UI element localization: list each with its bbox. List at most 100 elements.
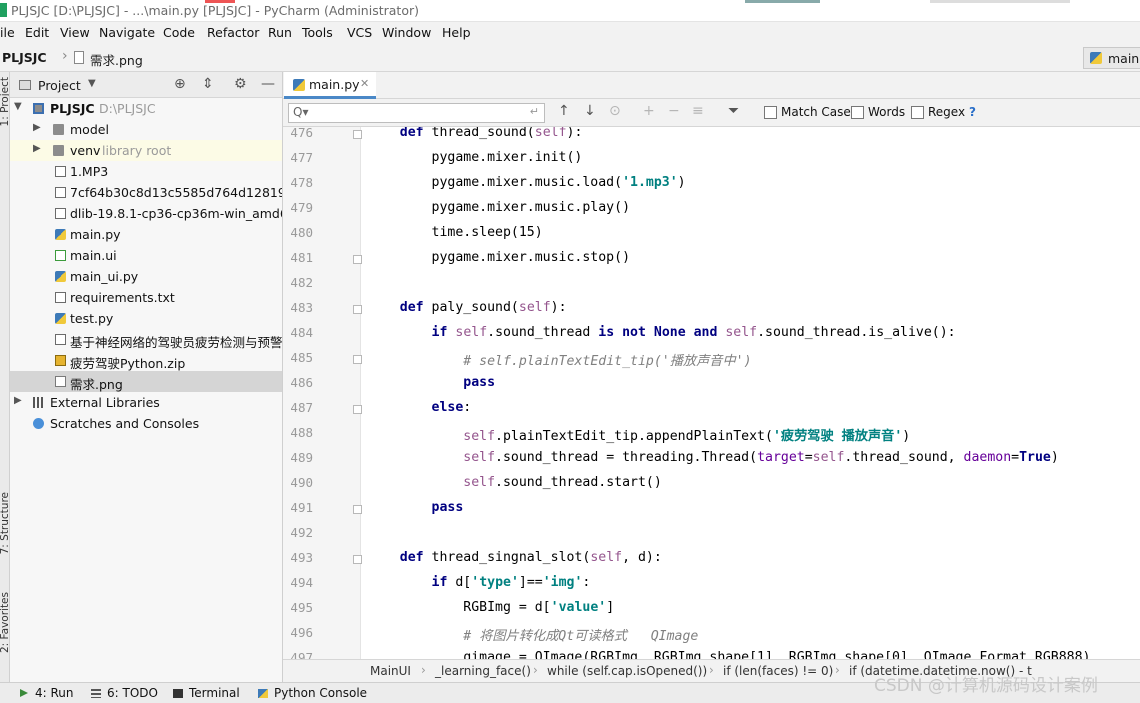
tree-item-file-selected[interactable]: 需求.png <box>10 371 282 392</box>
code-line[interactable]: # 将图片转化成Qt可读格式 QImage <box>368 625 698 644</box>
breadcrumb-item[interactable]: _learning_face() <box>435 664 531 678</box>
code-line[interactable]: pygame.mixer.music.play() <box>368 200 631 215</box>
gear-icon[interactable]: ⚙ <box>234 76 247 92</box>
tool-window-todo[interactable]: 6: TODO <box>107 686 158 700</box>
tool-window-terminal[interactable]: Terminal <box>189 686 240 700</box>
tree-item-root[interactable]: ▼ PLJSJC D:\PLJSJC <box>10 98 282 119</box>
collapsed-arrow-icon[interactable]: ▶ <box>33 122 41 133</box>
fold-marker-icon[interactable] <box>353 555 362 564</box>
tree-item-file[interactable]: requirements.txt <box>10 287 282 308</box>
tree-item-external-libraries[interactable]: ▶ External Libraries <box>10 392 282 413</box>
remove-occurrence-icon[interactable]: − <box>668 103 680 119</box>
fold-marker-icon[interactable] <box>353 255 362 264</box>
code-line[interactable]: self.sound_thread.start() <box>368 475 662 490</box>
project-view-title[interactable]: Project <box>38 78 81 93</box>
code-line[interactable]: time.sleep(15) <box>368 225 543 240</box>
collapsed-arrow-icon[interactable]: ▶ <box>14 395 22 406</box>
menu-window[interactable]: Window <box>382 25 431 40</box>
regex-help-icon[interactable]: ? <box>969 105 976 119</box>
tree-item-file[interactable]: 基于神经网络的驾驶员疲劳检测与预警系 <box>10 329 282 350</box>
previous-occurrence-icon[interactable]: ↑ <box>558 103 570 119</box>
code-area[interactable]: 476 477 478 479 480 481 482 483 484 485 486 487 488 4… <box>283 127 1140 659</box>
menu-file[interactable]: ile <box>0 25 15 40</box>
code-line[interactable]: else: <box>368 400 472 415</box>
tree-item-file[interactable]: 1.MP3 <box>10 161 282 182</box>
select-all-occurrences-icon[interactable]: ≡ <box>692 103 704 119</box>
menu-refactor[interactable]: Refactor <box>207 25 259 40</box>
fold-marker-icon[interactable] <box>353 355 362 364</box>
code-token: paly_sound( <box>423 300 519 315</box>
expanded-arrow-icon[interactable]: ▼ <box>14 101 22 112</box>
code-line[interactable]: qimage = QImage(RGBImg, RGBImg.shape[1],… <box>368 650 1090 659</box>
regex-checkbox[interactable] <box>911 106 924 119</box>
code-line[interactable]: pass <box>368 375 495 390</box>
code-line[interactable]: self.plainTextEdit_tip.appendPlainText('… <box>368 425 910 444</box>
tree-item-file[interactable]: dlib-19.8.1-cp36-cp36m-win_amd64.w <box>10 203 282 224</box>
hide-panel-icon[interactable]: — <box>261 76 275 92</box>
tree-item-file[interactable]: test.py <box>10 308 282 329</box>
menu-vcs[interactable]: VCS <box>347 25 372 40</box>
code-line[interactable]: pygame.mixer.music.load('1.mp3') <box>368 175 686 190</box>
close-icon[interactable]: ✕ <box>360 77 369 90</box>
breadcrumb-item[interactable]: MainUI <box>370 664 411 678</box>
tool-tab-project[interactable]: 1: Project <box>0 77 9 126</box>
nav-project-root[interactable]: PLJSJC <box>2 50 47 65</box>
match-case-checkbox[interactable] <box>764 106 777 119</box>
dropdown-caret-icon[interactable]: ▼ <box>88 78 96 89</box>
menu-tools[interactable]: Tools <box>302 25 333 40</box>
filter-icon[interactable]: ⏷ <box>728 103 739 119</box>
code-line[interactable]: pygame.mixer.init() <box>368 150 583 165</box>
code-line[interactable]: if self.sound_thread is not None and sel… <box>368 325 956 340</box>
tree-item-model[interactable]: ▶ model <box>10 119 282 140</box>
tree-item-scratches[interactable]: Scratches and Consoles <box>10 413 282 434</box>
tree-item-file[interactable]: main.ui <box>10 245 282 266</box>
tab-main-py[interactable]: main.py ✕ <box>284 72 376 99</box>
code-line[interactable]: # self.plainTextEdit_tip('播放声音中') <box>368 350 751 369</box>
menu-view[interactable]: View <box>60 25 90 40</box>
tool-window-python-console[interactable]: Python Console <box>274 686 367 700</box>
menu-navigate[interactable]: Navigate <box>99 25 155 40</box>
fold-marker-icon[interactable] <box>353 130 362 139</box>
tree-item-file[interactable]: 7cf64b30c8d13c5585d764d12819c53 <box>10 182 282 203</box>
run-configuration-selector[interactable]: main <box>1083 47 1140 69</box>
collapsed-arrow-icon[interactable]: ▶ <box>33 143 41 154</box>
code-line[interactable]: if d['type']=='img': <box>368 575 591 590</box>
breadcrumb-item[interactable]: while (self.cap.isOpened()) <box>547 664 707 678</box>
tree-item-file[interactable]: main.py <box>10 224 282 245</box>
search-input[interactable] <box>311 105 521 121</box>
line-number: 478 <box>290 175 313 190</box>
tool-tab-structure[interactable]: 7: Structure <box>0 492 9 554</box>
code-token: pygame.mixer.music.play() <box>368 200 631 215</box>
tree-item-venv[interactable]: ▶ venv library root <box>10 140 282 161</box>
fold-marker-icon[interactable] <box>353 505 362 514</box>
tree-item-file[interactable]: 疲劳驾驶Python.zip <box>10 350 282 371</box>
fold-marker-icon[interactable] <box>353 305 362 314</box>
breadcrumb-item[interactable]: if (len(faces) != 0) <box>723 664 833 678</box>
new-line-icon[interactable]: ↵ <box>530 105 539 118</box>
tool-tab-favorites[interactable]: 2: Favorites <box>0 592 9 653</box>
search-field[interactable]: Q▾ ↵ <box>288 103 545 123</box>
tool-window-run[interactable]: 4: Run <box>35 686 74 700</box>
collapse-all-icon[interactable]: ⇕ <box>202 76 214 92</box>
words-checkbox[interactable] <box>851 106 864 119</box>
search-icon[interactable]: Q▾ <box>293 105 308 119</box>
menu-run[interactable]: Run <box>268 25 292 40</box>
fold-marker-icon[interactable] <box>353 405 362 414</box>
code-line[interactable]: RGBImg = d['value'] <box>368 600 614 615</box>
code-line[interactable]: def paly_sound(self): <box>368 300 567 315</box>
code-line[interactable]: self.sound_thread = threading.Thread(tar… <box>368 450 1059 465</box>
add-occurrence-icon[interactable]: + <box>643 103 655 119</box>
code-line[interactable]: pygame.mixer.music.stop() <box>368 250 631 265</box>
code-line[interactable]: def thread_singnal_slot(self, d): <box>368 550 662 565</box>
next-occurrence-icon[interactable]: ↓ <box>584 103 596 119</box>
watermark: CSDN @计算机源码设计案例 <box>874 676 1098 696</box>
menu-help[interactable]: Help <box>442 25 471 40</box>
nav-file[interactable]: 需求.png <box>90 50 143 69</box>
locate-icon[interactable]: ⊕ <box>174 76 186 92</box>
menu-edit[interactable]: Edit <box>25 25 49 40</box>
code-line[interactable]: pass <box>368 500 464 515</box>
menu-code[interactable]: Code <box>163 25 195 40</box>
find-all-icon[interactable]: ⊙ <box>609 103 621 119</box>
code-line[interactable]: def thread_sound(self): <box>368 127 583 140</box>
tree-item-file[interactable]: main_ui.py <box>10 266 282 287</box>
